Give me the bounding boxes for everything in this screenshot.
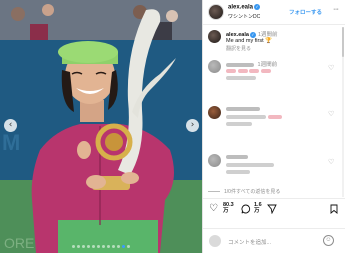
photo-scene: M ORE <box>0 0 202 253</box>
blurred-emoji <box>260 68 271 73</box>
post-header: alex.eala ✓ ワシントンDC フォローする ··· <box>203 0 345 25</box>
paper-plane-icon[interactable] <box>267 204 277 217</box>
comments-count[interactable]: 1.6 万 <box>254 202 262 214</box>
comment-input[interactable]: コメントを追加... <box>228 238 271 246</box>
blurred-emoji <box>267 114 282 119</box>
author-username[interactable]: alex.eala ✓ <box>228 4 261 11</box>
carousel-prev-button[interactable]: ‹ <box>4 119 17 132</box>
scrollbar-thumb[interactable] <box>342 27 344 57</box>
post-location[interactable]: ワシントンDC <box>228 13 260 20</box>
smiley-icon[interactable]: ☺ <box>323 235 334 246</box>
paper-plane-icon-svg <box>267 204 277 215</box>
comment-meta <box>226 121 252 127</box>
carousel-dot-active <box>122 245 125 248</box>
bookmark-icon-svg <box>330 204 338 214</box>
carousel-dot <box>102 245 105 248</box>
carousel-dot <box>92 245 95 248</box>
blurred-username <box>226 154 248 159</box>
comments-scrollbar[interactable] <box>342 27 344 197</box>
caption-text: Me and my first 🏆 <box>226 38 272 44</box>
verified-badge-icon: ✓ <box>249 31 256 38</box>
follow-button[interactable]: フォローする <box>289 8 322 16</box>
post-side-panel: alex.eala ✓ ワシントンDC フォローする ··· alex.eala ✓… <box>202 0 345 253</box>
blurred-username <box>226 106 260 111</box>
comment-username[interactable] <box>226 154 248 160</box>
carousel-dot <box>72 245 75 248</box>
viewer-avatar <box>209 235 221 247</box>
blurred-text <box>226 162 274 167</box>
likes-count[interactable]: 80.3 万 <box>223 202 234 214</box>
more-options-icon[interactable]: ··· <box>333 6 339 13</box>
blurred-meta <box>226 75 256 80</box>
svg-text:ORE: ORE <box>4 235 34 251</box>
heart-icon[interactable]: ♡ <box>209 204 218 214</box>
comment-composer: コメントを追加... ☺ <box>203 228 345 253</box>
speech-bubble-icon[interactable] <box>241 204 251 217</box>
carousel-next-button[interactable]: › <box>186 119 199 132</box>
carousel-dot <box>97 245 100 248</box>
comment-avatar[interactable] <box>208 60 221 73</box>
carousel-dots <box>0 245 202 248</box>
blurred-meta <box>226 169 250 174</box>
author-avatar[interactable] <box>208 4 224 20</box>
caption-avatar[interactable] <box>208 30 221 43</box>
view-all-replies-link[interactable]: 1/0件すべての返信を見る <box>208 188 280 195</box>
blurred-emoji <box>237 68 248 73</box>
comment-avatar[interactable] <box>208 154 221 167</box>
comment-username[interactable]: 1週間前 <box>226 60 277 68</box>
carousel-dot <box>112 245 115 248</box>
translate-link[interactable]: 翻訳を見る <box>226 45 251 52</box>
carousel-dot <box>117 245 120 248</box>
comment-like-heart-icon[interactable]: ♡ <box>328 110 334 118</box>
carousel-dot <box>82 245 85 248</box>
comment-meta <box>226 169 250 175</box>
blurred-emoji <box>249 68 260 73</box>
post-actions-bar: ♡ 80.3 万 1.6 万 <box>203 198 345 220</box>
verified-badge-icon: ✓ <box>254 4 261 10</box>
carousel-dot <box>87 245 90 248</box>
caption-username[interactable]: alex.eala ✓ 1週間前 <box>226 30 278 38</box>
author-username-text[interactable]: alex.eala <box>228 5 253 11</box>
blurred-username <box>226 62 254 67</box>
comment-text <box>226 162 274 168</box>
carousel-dot <box>77 245 80 248</box>
carousel-dot <box>127 245 130 248</box>
comment-like-heart-icon[interactable]: ♡ <box>328 158 334 166</box>
carousel-dot <box>107 245 110 248</box>
bookmark-icon[interactable] <box>329 204 339 217</box>
comment-like-heart-icon[interactable]: ♡ <box>328 64 334 72</box>
comment-meta <box>226 75 256 81</box>
reply-divider <box>208 191 220 193</box>
view-all-replies-text[interactable]: 1/0件すべての返信を見る <box>224 189 280 195</box>
blurred-text <box>226 114 266 119</box>
comment-text <box>226 114 282 120</box>
post-photo[interactable]: M ORE ‹ › <box>0 0 202 253</box>
comment-text <box>226 68 271 74</box>
speech-bubble-icon-svg <box>241 204 251 214</box>
blurred-emoji <box>226 68 236 73</box>
comment-avatar[interactable] <box>208 106 221 119</box>
comments-list: alex.eala ✓ 1週間前 Me and my first 🏆 翻訳を見る 1… <box>203 26 345 198</box>
likes-count-unit: 万 <box>223 208 229 214</box>
blurred-meta <box>226 121 252 126</box>
svg-text:M: M <box>2 130 20 155</box>
comment-username[interactable] <box>226 106 260 112</box>
comments-count-unit: 万 <box>254 208 260 214</box>
